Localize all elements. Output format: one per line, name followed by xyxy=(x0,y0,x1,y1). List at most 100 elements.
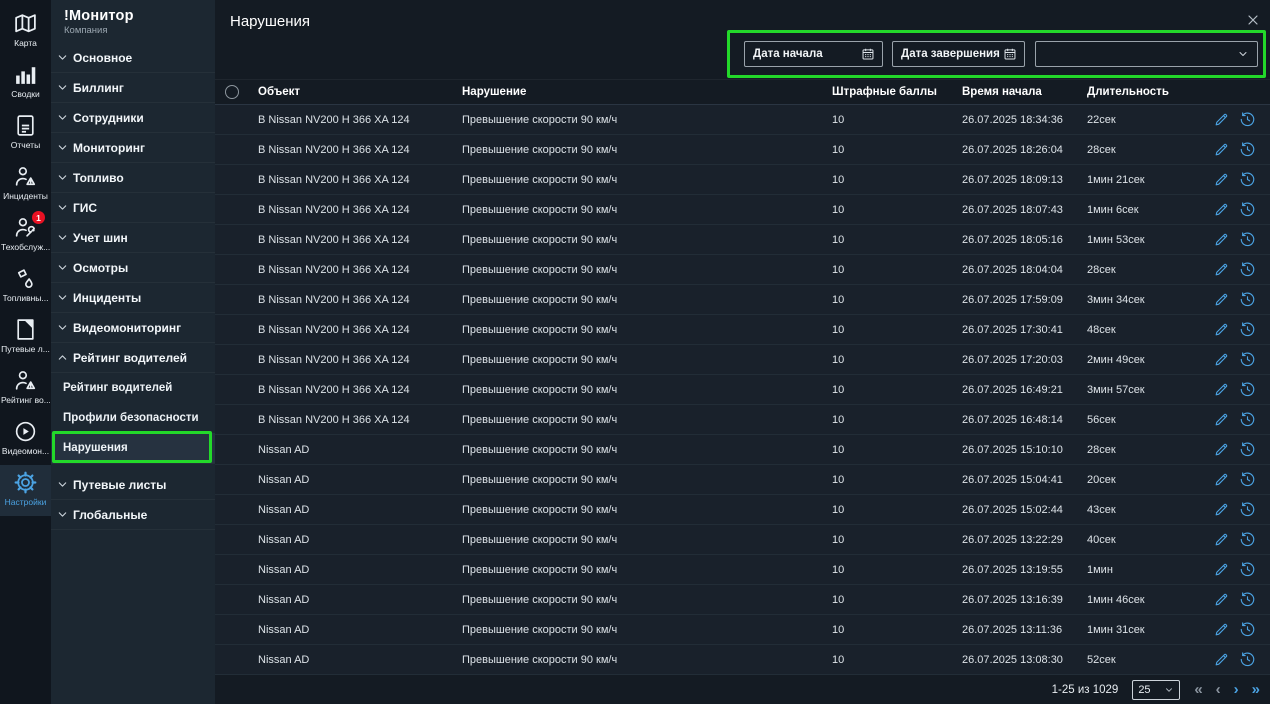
history-button[interactable] xyxy=(1239,561,1256,578)
edit-button[interactable] xyxy=(1213,351,1230,368)
history-button[interactable] xyxy=(1239,381,1256,398)
sidebar-subitem-violations[interactable]: Нарушения xyxy=(51,433,215,463)
start-date-input[interactable] xyxy=(753,48,861,60)
history-button[interactable] xyxy=(1239,621,1256,638)
sidebar-item-incidents[interactable]: Инциденты xyxy=(51,283,215,313)
end-date-input[interactable] xyxy=(901,48,1003,60)
table-row[interactable]: Nissan ADПревышение скорости 90 км/ч1026… xyxy=(215,585,1270,615)
edit-button[interactable] xyxy=(1213,111,1230,128)
rail-item-settings[interactable]: Настройки xyxy=(0,465,51,516)
history-button[interactable] xyxy=(1239,501,1256,518)
calendar-icon[interactable] xyxy=(1003,47,1017,61)
sidebar-item-billing[interactable]: Биллинг xyxy=(51,73,215,103)
sidebar-item-fuel[interactable]: Топливо xyxy=(51,163,215,193)
sidebar-item-gis[interactable]: ГИС xyxy=(51,193,215,223)
rail-item-maintenance[interactable]: 1Техобслуж... xyxy=(0,210,51,261)
prev-page-button[interactable]: ‹ xyxy=(1216,682,1221,697)
calendar-icon[interactable] xyxy=(861,47,875,61)
rail-item-fuel[interactable]: Топливны... xyxy=(0,261,51,312)
rail-item-video[interactable]: Видеомон... xyxy=(0,414,51,465)
table-row[interactable]: B Nissan NV200 H 366 XA 124Превышение ск… xyxy=(215,405,1270,435)
table-row[interactable]: B Nissan NV200 H 366 XA 124Превышение ск… xyxy=(215,285,1270,315)
sidebar-item-tires[interactable]: Учет шин xyxy=(51,223,215,253)
table-row[interactable]: Nissan ADПревышение скорости 90 км/ч1026… xyxy=(215,435,1270,465)
history-button[interactable] xyxy=(1239,321,1256,338)
table-row[interactable]: B Nissan NV200 H 366 XA 124Превышение ск… xyxy=(215,315,1270,345)
history-button[interactable] xyxy=(1239,651,1256,668)
sidebar-item-video-monitoring[interactable]: Видеомониторинг xyxy=(51,313,215,343)
table-row[interactable]: B Nissan NV200 H 366 XA 124Превышение ск… xyxy=(215,345,1270,375)
history-button[interactable] xyxy=(1239,531,1256,548)
rail-item-reports[interactable]: Отчеты xyxy=(0,108,51,159)
edit-button[interactable] xyxy=(1213,201,1230,218)
table-row[interactable]: Nissan ADПревышение скорости 90 км/ч1026… xyxy=(215,615,1270,645)
history-button[interactable] xyxy=(1239,441,1256,458)
edit-button[interactable] xyxy=(1213,291,1230,308)
select-all-checkbox[interactable] xyxy=(225,85,239,99)
edit-button[interactable] xyxy=(1213,471,1230,488)
sidebar-item-driver-rating[interactable]: Рейтинг водителей xyxy=(51,343,215,373)
rail-item-waybills[interactable]: Путевые л... xyxy=(0,312,51,363)
column-header-start-time[interactable]: Время начала xyxy=(962,86,1087,98)
rail-item-incidents[interactable]: Инциденты xyxy=(0,159,51,210)
edit-button[interactable] xyxy=(1213,621,1230,638)
table-row[interactable]: B Nissan NV200 H 366 XA 124Превышение ск… xyxy=(215,225,1270,255)
end-date-field[interactable] xyxy=(892,41,1025,67)
history-button[interactable] xyxy=(1239,291,1256,308)
column-header-violation[interactable]: Нарушение xyxy=(462,86,832,98)
sidebar-item-employees[interactable]: Сотрудники xyxy=(51,103,215,133)
table-row[interactable]: Nissan ADПревышение скорости 90 км/ч1026… xyxy=(215,525,1270,555)
edit-button[interactable] xyxy=(1213,231,1230,248)
history-button[interactable] xyxy=(1239,201,1256,218)
table-row[interactable]: B Nissan NV200 H 366 XA 124Превышение ск… xyxy=(215,255,1270,285)
close-icon[interactable] xyxy=(1245,12,1261,28)
sidebar-subitem-driver-rating[interactable]: Рейтинг водителей xyxy=(51,373,215,403)
sidebar-item-main[interactable]: Основное xyxy=(51,43,215,73)
history-button[interactable] xyxy=(1239,111,1256,128)
table-row[interactable]: Nissan ADПревышение скорости 90 км/ч1026… xyxy=(215,495,1270,525)
edit-button[interactable] xyxy=(1213,591,1230,608)
edit-button[interactable] xyxy=(1213,501,1230,518)
history-button[interactable] xyxy=(1239,141,1256,158)
sidebar-item-inspections[interactable]: Осмотры xyxy=(51,253,215,283)
edit-button[interactable] xyxy=(1213,441,1230,458)
sidebar-item-monitoring[interactable]: Мониторинг xyxy=(51,133,215,163)
column-header-object[interactable]: Объект xyxy=(258,86,462,98)
edit-button[interactable] xyxy=(1213,651,1230,668)
edit-button[interactable] xyxy=(1213,261,1230,278)
history-button[interactable] xyxy=(1239,261,1256,278)
history-button[interactable] xyxy=(1239,591,1256,608)
sidebar-item-waybills[interactable]: Путевые листы xyxy=(51,470,215,500)
table-row[interactable]: B Nissan NV200 H 366 XA 124Превышение ск… xyxy=(215,375,1270,405)
history-button[interactable] xyxy=(1239,231,1256,248)
rail-item-map[interactable]: Карта xyxy=(0,6,51,57)
table-row[interactable]: B Nissan NV200 H 366 XA 124Превышение ск… xyxy=(215,105,1270,135)
edit-button[interactable] xyxy=(1213,561,1230,578)
table-row[interactable]: B Nissan NV200 H 366 XA 124Превышение ск… xyxy=(215,135,1270,165)
edit-button[interactable] xyxy=(1213,141,1230,158)
table-row[interactable]: Nissan ADПревышение скорости 90 км/ч1026… xyxy=(215,555,1270,585)
table-row[interactable]: B Nissan NV200 H 366 XA 124Превышение ск… xyxy=(215,195,1270,225)
last-page-button[interactable]: » xyxy=(1252,682,1260,697)
table-row[interactable]: Nissan ADПревышение скорости 90 км/ч1026… xyxy=(215,645,1270,675)
edit-button[interactable] xyxy=(1213,411,1230,428)
table-row[interactable]: B Nissan NV200 H 366 XA 124Превышение ск… xyxy=(215,165,1270,195)
next-page-button[interactable]: › xyxy=(1234,682,1239,697)
column-header-duration[interactable]: Длительность xyxy=(1087,86,1210,98)
edit-button[interactable] xyxy=(1213,531,1230,548)
edit-button[interactable] xyxy=(1213,381,1230,398)
history-button[interactable] xyxy=(1239,411,1256,428)
rail-item-summaries[interactable]: Сводки xyxy=(0,57,51,108)
history-button[interactable] xyxy=(1239,471,1256,488)
sidebar-subitem-safety-profiles[interactable]: Профили безопасности xyxy=(51,403,215,433)
table-row[interactable]: Nissan ADПревышение скорости 90 км/ч1026… xyxy=(215,465,1270,495)
first-page-button[interactable]: « xyxy=(1194,682,1202,697)
edit-button[interactable] xyxy=(1213,321,1230,338)
history-button[interactable] xyxy=(1239,351,1256,368)
edit-button[interactable] xyxy=(1213,171,1230,188)
sidebar-item-global[interactable]: Глобальные xyxy=(51,500,215,530)
page-size-select[interactable]: 25 xyxy=(1132,680,1180,700)
column-header-penalty[interactable]: Штрафные баллы xyxy=(832,86,962,98)
rail-item-driver-rating[interactable]: Рейтинг во... xyxy=(0,363,51,414)
history-button[interactable] xyxy=(1239,171,1256,188)
